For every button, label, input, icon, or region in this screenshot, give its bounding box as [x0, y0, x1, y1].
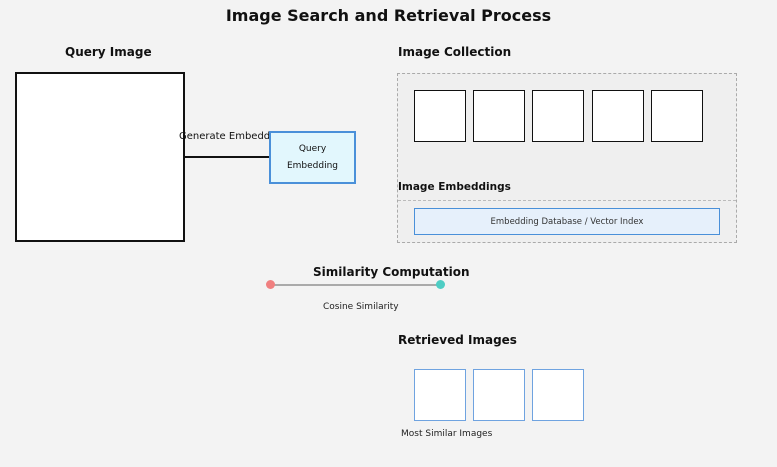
retrieved-image	[414, 369, 466, 421]
similarity-start-dot	[266, 280, 275, 289]
similarity-line	[270, 284, 440, 286]
cosine-similarity-label: Cosine Similarity	[323, 302, 399, 312]
collection-thumbnail	[532, 90, 584, 142]
collection-thumbnail	[473, 90, 525, 142]
query-embedding-line-2: Embedding	[286, 160, 339, 171]
collection-divider	[398, 200, 736, 201]
retrieved-image	[473, 369, 525, 421]
query-embedding-box: Query Embedding	[269, 131, 356, 184]
generate-embeddings-label: Generate Embeddings	[179, 131, 269, 142]
query-image-label: Query Image	[65, 45, 152, 59]
collection-thumbnail	[414, 90, 466, 142]
page-title: Image Search and Retrieval Process	[225, 6, 552, 25]
embedding-database-bar: Embedding Database / Vector Index	[414, 208, 720, 235]
image-embeddings-label: Image Embeddings	[398, 181, 511, 193]
collection-thumbnail	[592, 90, 644, 142]
similarity-end-dot	[436, 280, 445, 289]
query-to-embedding-connector	[185, 156, 271, 158]
retrieved-image	[532, 369, 584, 421]
collection-thumbnail	[651, 90, 703, 142]
most-similar-caption: Most Similar Images	[401, 429, 493, 439]
image-collection-label: Image Collection	[398, 45, 512, 59]
similarity-computation-label: Similarity Computation	[313, 265, 470, 279]
query-image-box	[15, 72, 185, 242]
retrieved-images-label: Retrieved Images	[398, 333, 517, 347]
query-embedding-line-1: Query	[298, 143, 327, 154]
